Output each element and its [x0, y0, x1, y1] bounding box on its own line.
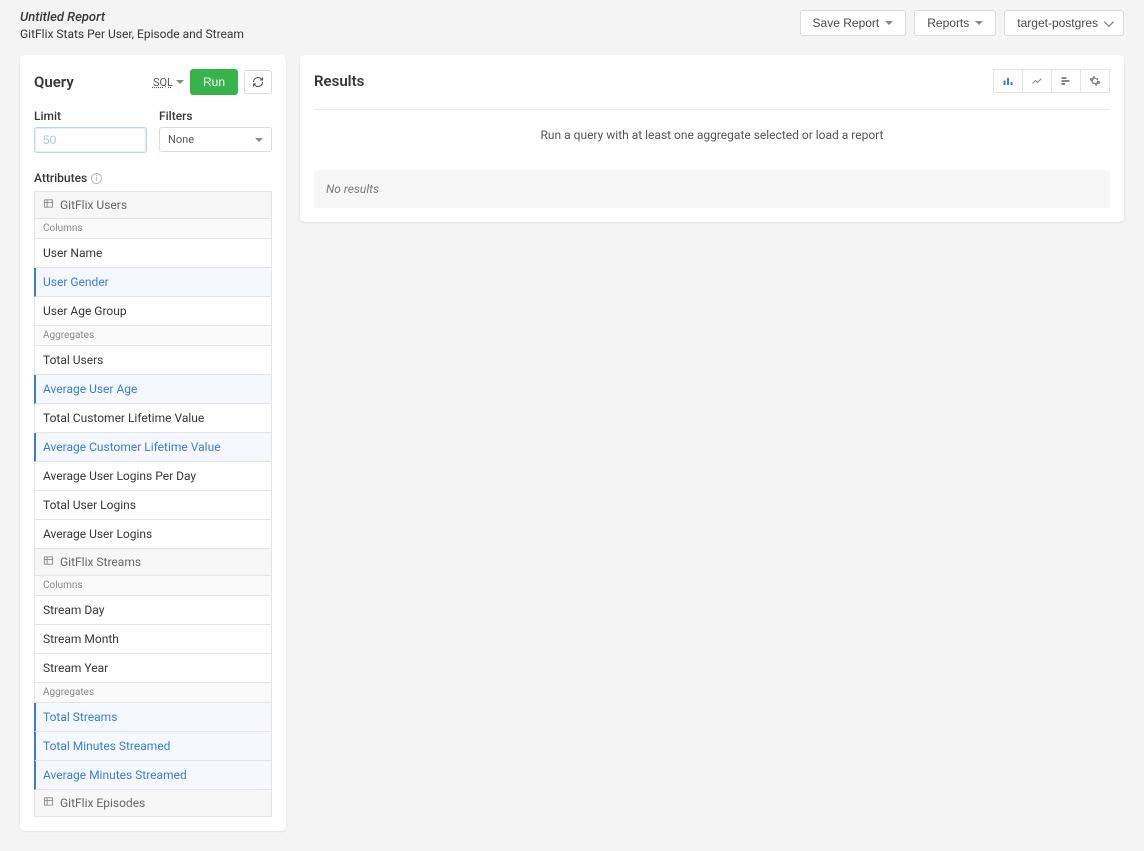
no-results-message: No results	[314, 170, 1110, 208]
attribute-item[interactable]: Average User Logins	[34, 520, 272, 549]
report-title: Untitled Report	[20, 10, 244, 25]
attribute-item[interactable]: Stream Year	[34, 654, 272, 683]
bar-chart-icon	[1002, 75, 1014, 87]
refresh-icon	[252, 76, 264, 88]
chart-horizontal-button[interactable]	[1052, 69, 1081, 93]
query-title: Query	[34, 73, 74, 91]
attribute-item[interactable]: Total Users	[34, 346, 272, 375]
page-header: Untitled Report GitFlix Stats Per User, …	[20, 10, 1124, 41]
chevron-down-icon	[1104, 17, 1114, 27]
attribute-sub-header: Columns	[34, 576, 272, 596]
results-placeholder: Run a query with at least one aggregate …	[314, 128, 1110, 142]
attribute-item[interactable]: Average Customer Lifetime Value	[34, 433, 272, 462]
chevron-down-icon	[885, 21, 893, 25]
chart-bar-button[interactable]	[993, 69, 1023, 93]
attribute-item[interactable]: Average User Logins Per Day	[34, 462, 272, 491]
attribute-item[interactable]: Total User Logins	[34, 491, 272, 520]
attributes-label: Attributes i	[34, 171, 272, 185]
save-report-button[interactable]: Save Report	[800, 10, 907, 36]
report-subtitle: GitFlix Stats Per User, Episode and Stre…	[20, 27, 244, 41]
sql-link[interactable]: SQL	[153, 76, 184, 89]
results-panel: Results Run	[300, 55, 1124, 222]
attribute-item[interactable]: Total Streams	[34, 703, 272, 732]
table-icon	[43, 555, 54, 569]
attribute-item[interactable]: User Gender	[34, 268, 272, 297]
attribute-group-header[interactable]: GitFlix Streams	[34, 549, 272, 576]
run-button[interactable]: Run	[190, 69, 238, 95]
save-report-label: Save Report	[813, 16, 880, 30]
target-select-button[interactable]: target-postgres	[1004, 10, 1124, 36]
group-label: GitFlix Users	[60, 198, 127, 212]
chevron-down-icon	[176, 80, 184, 84]
group-label: GitFlix Episodes	[60, 796, 145, 810]
attribute-item[interactable]: Total Minutes Streamed	[34, 732, 272, 761]
attribute-item[interactable]: Average User Age	[34, 375, 272, 404]
divider	[314, 109, 1110, 110]
filters-label: Filters	[159, 109, 272, 123]
horizontal-bar-icon	[1060, 75, 1072, 87]
chevron-down-icon	[255, 138, 263, 142]
chart-line-button[interactable]	[1023, 69, 1052, 93]
attribute-sub-header: Aggregates	[34, 683, 272, 703]
info-icon: i	[91, 173, 102, 184]
filters-value: None	[168, 133, 194, 146]
query-panel: Query SQL Run Limit	[20, 55, 286, 831]
chevron-down-icon	[975, 21, 983, 25]
limit-input[interactable]	[34, 127, 147, 153]
filters-select[interactable]: None	[159, 127, 272, 152]
reports-label: Reports	[927, 16, 969, 30]
line-chart-icon	[1031, 75, 1043, 87]
target-label: target-postgres	[1017, 16, 1098, 30]
attribute-item[interactable]: User Age Group	[34, 297, 272, 326]
group-label: GitFlix Streams	[60, 555, 141, 569]
limit-label: Limit	[34, 109, 147, 123]
attribute-item[interactable]: User Name	[34, 239, 272, 268]
reports-button[interactable]: Reports	[914, 10, 996, 36]
attribute-item[interactable]: Total Customer Lifetime Value	[34, 404, 272, 433]
attribute-item[interactable]: Stream Month	[34, 625, 272, 654]
attribute-group-header[interactable]: GitFlix Episodes	[34, 790, 272, 817]
gear-icon	[1089, 75, 1101, 87]
table-icon	[43, 198, 54, 212]
table-icon	[43, 796, 54, 810]
chart-settings-button[interactable]	[1081, 69, 1110, 93]
results-title: Results	[314, 72, 364, 90]
attribute-group-header[interactable]: GitFlix Users	[34, 191, 272, 219]
attribute-item[interactable]: Average Minutes Streamed	[34, 761, 272, 790]
attribute-sub-header: Aggregates	[34, 326, 272, 346]
attribute-item[interactable]: Stream Day	[34, 596, 272, 625]
attribute-sub-header: Columns	[34, 219, 272, 239]
refresh-button[interactable]	[244, 70, 272, 94]
